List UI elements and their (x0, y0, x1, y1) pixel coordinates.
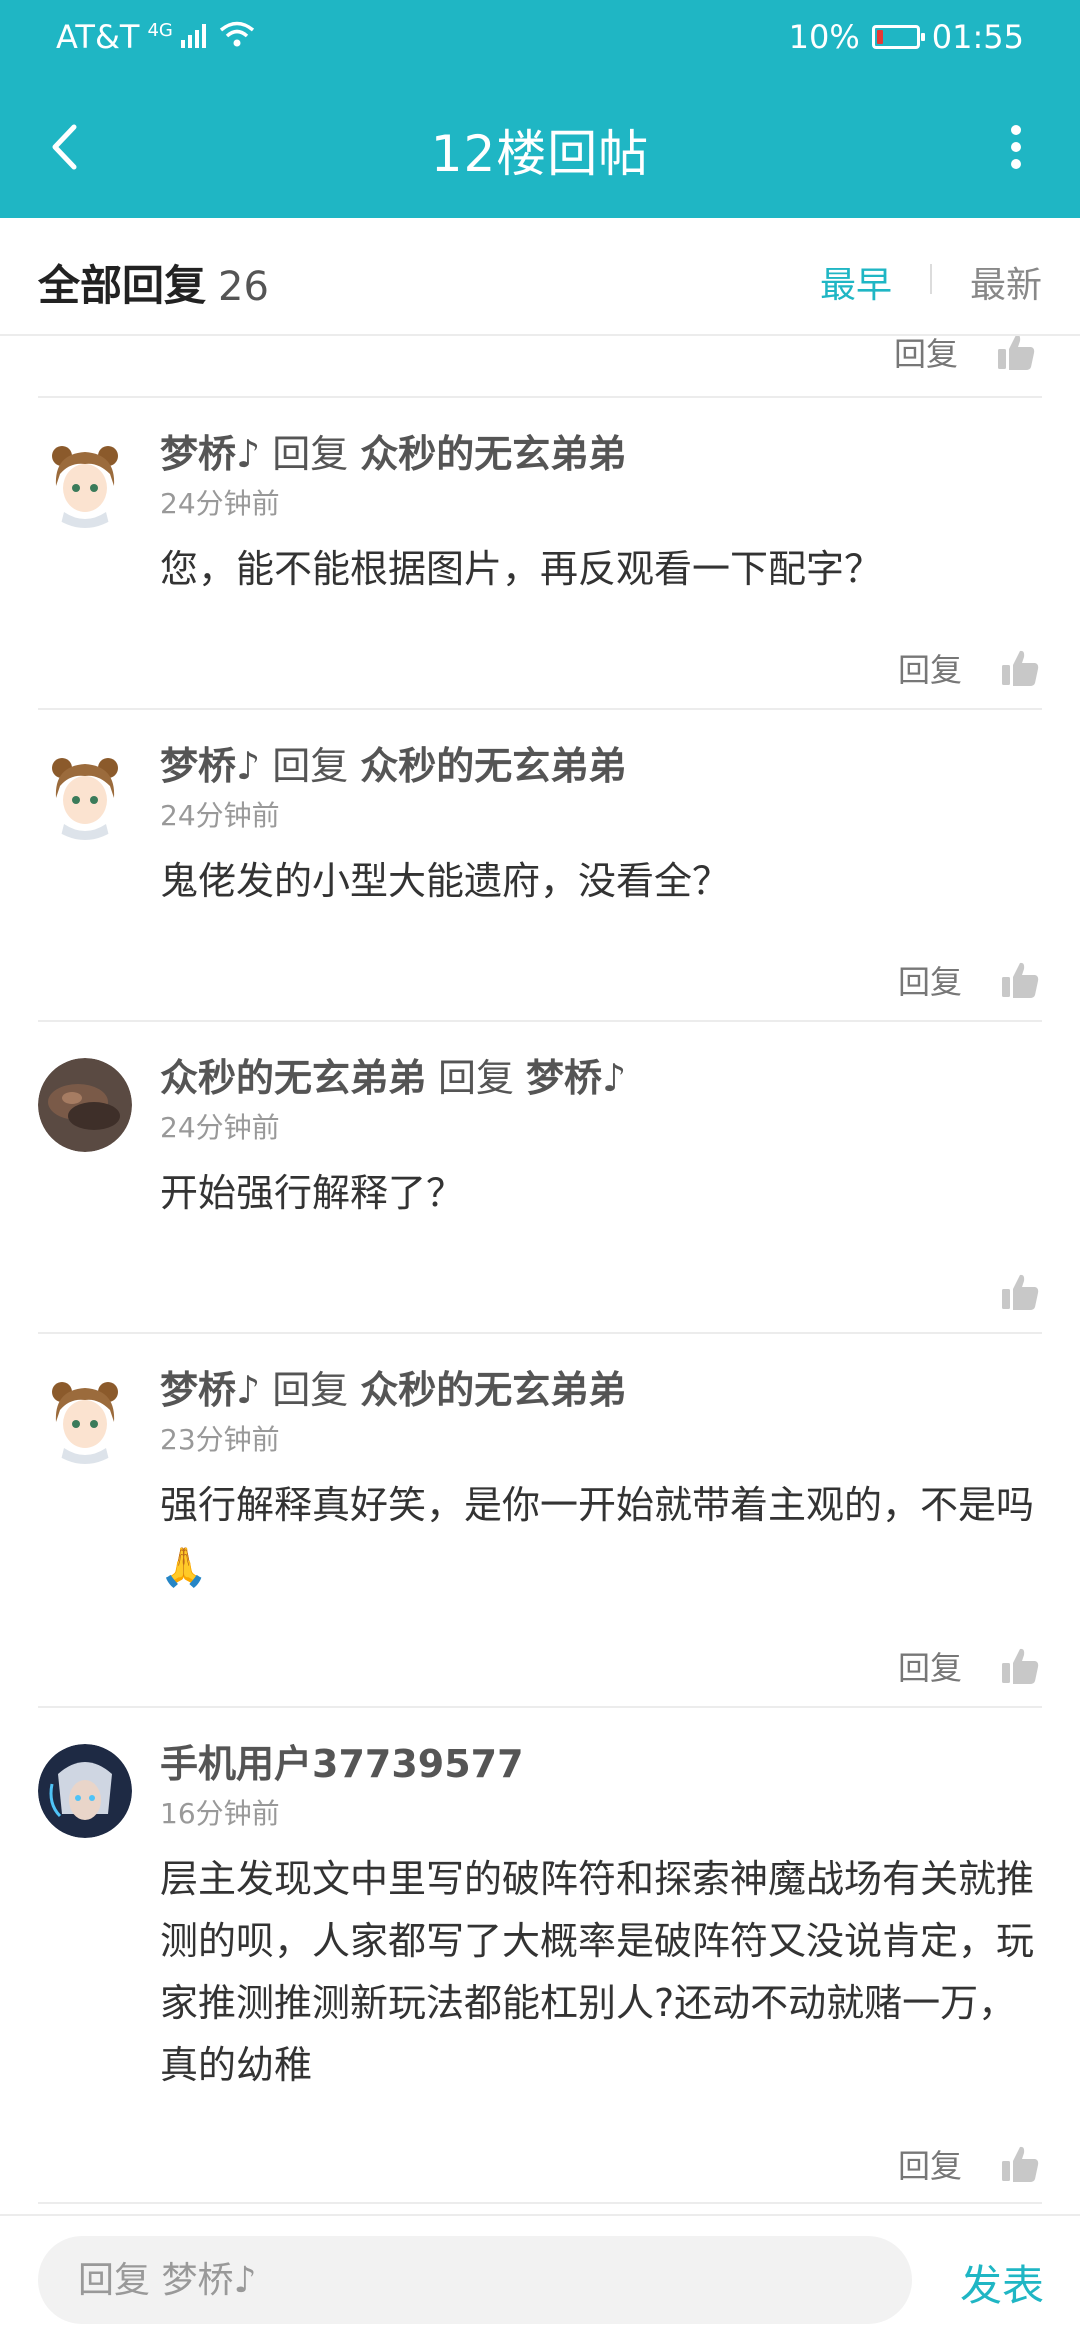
reply-button[interactable]: 回复 (898, 957, 962, 1003)
wifi-icon (219, 18, 255, 56)
anime-girl-avatar-icon (38, 1370, 132, 1464)
sort-earliest-tab[interactable]: 最早 (820, 256, 892, 308)
sort-latest-tab[interactable]: 最新 (970, 256, 1042, 308)
reply-item: 梦桥♪ 回复 众秒的无玄弟弟 23分钟前 强行解释真好笑，是你一开始就带着主观的，不… (38, 1334, 1042, 1708)
reply-time: 24分钟前 (160, 1111, 280, 1144)
reply-time: 24分钟前 (160, 487, 280, 520)
reply-time: 16分钟前 (160, 1797, 280, 1830)
reply-body: 梦桥♪ 回复 众秒的无玄弟弟 23分钟前 强行解释真好笑，是你一开始就带着主观的，不… (38, 1334, 1042, 1726)
reply-actions: 回复 (894, 336, 1038, 382)
like-button[interactable] (998, 1270, 1042, 1314)
all-replies-heading: 全部回复 26 (38, 252, 269, 313)
reply-body: 梦桥♪ 回复 众秒的无玄弟弟 24分钟前 您，能不能根据图片，再反观看一下配字？ 回… (38, 398, 1042, 728)
reply-target[interactable]: 众秒的无玄弟弟 (360, 744, 626, 788)
reply-item: 梦桥♪ 回复 众秒的无玄弟弟 24分钟前 鬼佬发的小型大能遗府，没看全？ 回复 (38, 710, 1042, 1022)
avatar[interactable] (38, 1744, 132, 1838)
sort-bar: 全部回复 26 最早 最新 (0, 218, 1080, 336)
author-name[interactable]: 梦桥♪ (160, 1368, 260, 1412)
thumbs-up-icon (1002, 962, 1039, 998)
carrier-label: AT&T (56, 18, 140, 56)
nav-bar: 12楼回帖 (0, 76, 1080, 218)
battery-icon (871, 25, 925, 49)
thumbs-up-icon (998, 336, 1035, 370)
photo-avatar-icon (38, 1058, 132, 1152)
reply-body: 梦桥♪ 回复 众秒的无玄弟弟 24分钟前 鬼佬发的小型大能遗府，没看全？ 回复 (38, 710, 1042, 1040)
anime-girl-avatar-icon (38, 434, 132, 528)
status-bar: AT&T 4G 10% 01:55 (0, 0, 1080, 76)
reply-time: 24分钟前 (160, 799, 280, 832)
reply-item: 众秒的无玄弟弟 回复 梦桥♪ 24分钟前 开始强行解释了？ (38, 1022, 1042, 1334)
like-button[interactable] (998, 958, 1042, 1002)
avatar[interactable] (38, 746, 132, 840)
reply-word: 回复 (272, 1368, 349, 1412)
reply-button[interactable]: 回复 (898, 1643, 962, 1689)
signal-icon (180, 18, 211, 56)
reply-button[interactable]: 回复 (898, 645, 962, 691)
avatar[interactable] (38, 1058, 132, 1152)
author-name[interactable]: 梦桥♪ (160, 744, 260, 788)
author-name[interactable]: 众秒的无玄弟弟 (160, 1056, 426, 1100)
reply-input[interactable] (38, 2236, 912, 2324)
reply-header: 众秒的无玄弟弟 回复 梦桥♪ (160, 1050, 1042, 1106)
more-vertical-icon (1011, 125, 1021, 169)
status-left: AT&T 4G (56, 18, 255, 56)
reply-content: 层主发现文中里写的破阵符和探索神魔战场有关就推测的呗，人家都写了大概率是破阵符又… (160, 1857, 1035, 2087)
app-header: AT&T 4G 10% 01:55 12楼回帖 (0, 0, 1080, 218)
thumbs-up-icon (1002, 2146, 1039, 2182)
reply-count: 26 (218, 264, 269, 310)
reply-content: 强行解释真好笑，是你一开始就带着主观的，不是吗🙏 (160, 1483, 1035, 1589)
send-button[interactable]: 发表 (960, 2252, 1044, 2313)
sort-divider (930, 264, 932, 294)
reply-content: 鬼佬发的小型大能遗府，没看全？ (160, 859, 731, 903)
thumbs-up-icon (1002, 1274, 1039, 1310)
reply-item: 手机用户37739577 16分钟前 层主发现文中里写的破阵符和探索神魔战场有关… (38, 1708, 1042, 2204)
avatar[interactable] (38, 1370, 132, 1464)
reply-header: 梦桥♪ 回复 众秒的无玄弟弟 (160, 426, 1042, 482)
battery-percent: 10% (788, 18, 860, 56)
reply-button[interactable]: 回复 (898, 2141, 962, 2187)
clock: 01:55 (931, 18, 1024, 56)
reply-body: 众秒的无玄弟弟 回复 梦桥♪ 24分钟前 开始强行解释了？ (38, 1022, 1042, 1352)
anime-girl-avatar-icon (38, 746, 132, 840)
reply-target[interactable]: 梦桥♪ (526, 1056, 626, 1100)
reply-header: 手机用户37739577 (160, 1736, 1042, 1792)
reply-header: 梦桥♪ 回复 众秒的无玄弟弟 (160, 738, 1042, 794)
reply-actions: 回复 (160, 2134, 1042, 2216)
reply-target[interactable]: 众秒的无玄弟弟 (360, 1368, 626, 1412)
reply-word: 回复 (272, 432, 349, 476)
reply-body: 手机用户37739577 16分钟前 层主发现文中里写的破阵符和探索神魔战场有关… (38, 1708, 1042, 2216)
status-right: 10% 01:55 (789, 18, 1024, 56)
thumbs-up-icon (1002, 1648, 1039, 1684)
author-name[interactable]: 手机用户37739577 (160, 1742, 524, 1786)
like-button[interactable] (998, 2142, 1042, 2186)
reply-header: 梦桥♪ 回复 众秒的无玄弟弟 (160, 1362, 1042, 1418)
reply-composer: 发表 (0, 2214, 1080, 2342)
reply-word: 回复 (272, 744, 349, 788)
more-button[interactable] (986, 112, 1046, 182)
like-button[interactable] (994, 336, 1038, 374)
reply-content: 您，能不能根据图片，再反观看一下配字？ (160, 547, 883, 591)
reply-time: 23分钟前 (160, 1423, 280, 1456)
reply-button[interactable]: 回复 (894, 336, 958, 375)
avatar[interactable] (38, 434, 132, 528)
like-button[interactable] (998, 1644, 1042, 1688)
reply-item: 梦桥♪ 回复 众秒的无玄弟弟 24分钟前 您，能不能根据图片，再反观看一下配字？ 回… (38, 398, 1042, 710)
thumbs-up-icon (1002, 650, 1039, 686)
all-replies-label: 全部回复 (38, 261, 207, 310)
reply-content: 开始强行解释了？ (160, 1171, 465, 1215)
partial-reply-item: 回复 (38, 336, 1042, 398)
reply-target[interactable]: 众秒的无玄弟弟 (360, 432, 626, 476)
author-name[interactable]: 梦桥♪ (160, 432, 260, 476)
reply-word: 回复 (438, 1056, 515, 1100)
page-title: 12楼回帖 (430, 125, 650, 183)
reply-feed: 回复 梦桥♪ 回复 众秒的无玄弟弟 24分钟前 您，能不能根据图片，再反观看一下配字… (0, 336, 1080, 2216)
network-label: 4G (147, 19, 173, 41)
game-character-avatar-icon (38, 1744, 132, 1838)
like-button[interactable] (998, 646, 1042, 690)
